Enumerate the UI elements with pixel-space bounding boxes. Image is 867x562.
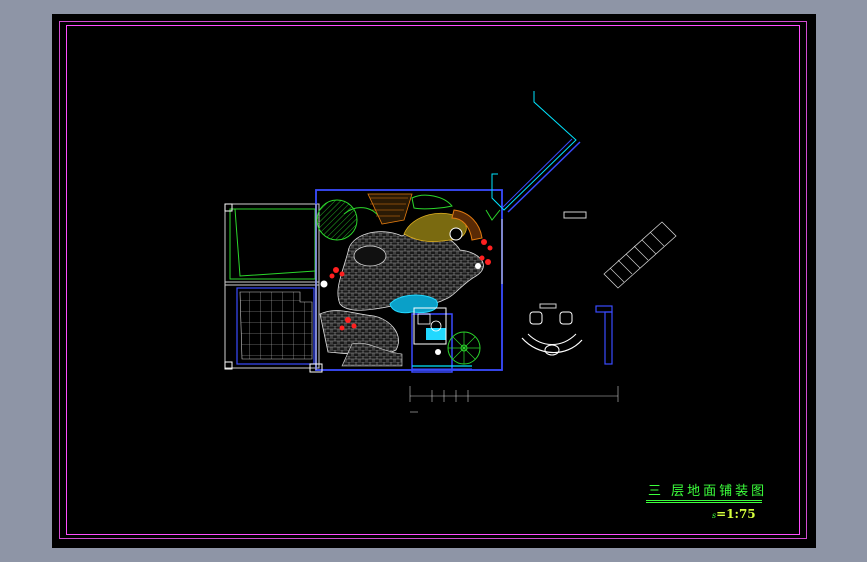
table-chair-set-icon <box>521 303 583 356</box>
drawing-sheet: 三 层地面铺装图 s=1:75 <box>52 14 816 548</box>
shrub-icon <box>316 199 358 241</box>
dimension-line <box>409 386 619 413</box>
floor-plan <box>224 91 677 413</box>
spiral-stair-icon <box>447 331 481 365</box>
label-box <box>563 211 587 219</box>
title-block: 三 层地面铺装图 <box>646 480 768 503</box>
outside-stairs <box>603 221 677 289</box>
water-basin <box>426 328 446 340</box>
title-underline <box>646 500 762 501</box>
planting-area <box>316 193 483 243</box>
scale-label: s=1:75 <box>712 503 756 522</box>
right-wall <box>595 305 613 365</box>
left-annex <box>224 203 320 370</box>
scale-value: =1:75 <box>716 507 756 521</box>
stair-core <box>412 307 481 370</box>
diagonal-window <box>485 91 581 221</box>
drawing-title: 三 层地面铺装图 <box>648 484 768 499</box>
